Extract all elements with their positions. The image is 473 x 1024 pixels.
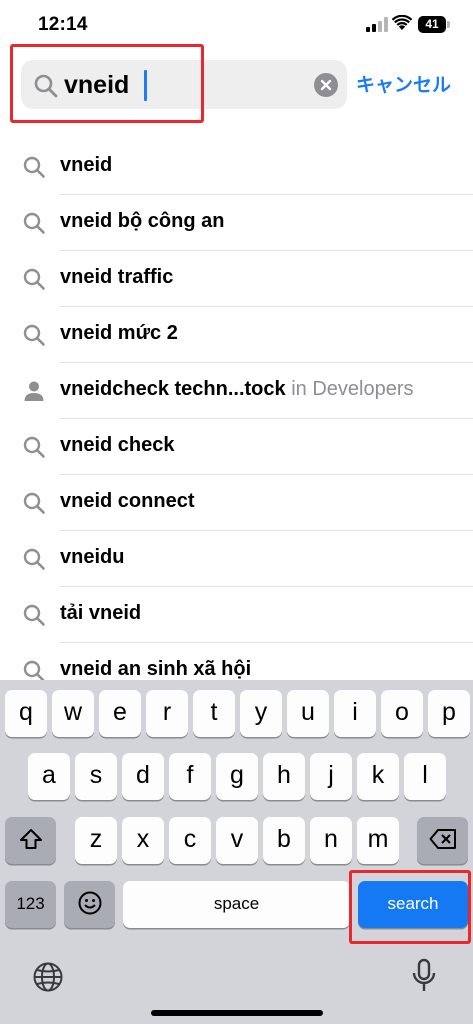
emoji-key[interactable] [64, 881, 115, 928]
suggestion-item[interactable]: vneid bộ công an [0, 195, 473, 251]
suggestion-item[interactable]: vneid an sinh xã hội [0, 643, 473, 680]
suggestion-item[interactable]: vneid connect [0, 475, 473, 531]
key-y[interactable]: y [240, 690, 282, 737]
key-r[interactable]: r [146, 690, 188, 737]
person-icon [24, 381, 44, 401]
search-icon [23, 156, 45, 178]
globe-icon[interactable] [32, 961, 64, 993]
suggestion-item[interactable]: vneid [0, 139, 473, 195]
search-highlight-annotation [10, 44, 204, 123]
suggestion-text: vneidu [60, 546, 124, 569]
key-c[interactable]: c [169, 817, 211, 864]
suggestion-item[interactable]: vneid mức 2 [0, 307, 473, 363]
suggestion-suffix: in Developers [285, 378, 414, 400]
suggestion-label: vneid mức 2 [60, 322, 178, 344]
suggestion-text: vneid check [60, 434, 175, 457]
suggestion-text: vneid bộ công an [60, 210, 224, 233]
search-key-highlight-annotation [349, 870, 471, 944]
key-x[interactable]: x [122, 817, 164, 864]
suggestion-label: vneid bộ công an [60, 210, 225, 232]
clear-x-glyph [320, 79, 332, 91]
suggestion-item[interactable]: vneid traffic [0, 251, 473, 307]
suggestion-label: vneid traffic [60, 266, 174, 288]
search-icon [23, 436, 45, 458]
key-f[interactable]: f [169, 753, 211, 800]
suggestion-item[interactable]: tải vneid [0, 587, 473, 643]
suggestion-text: vneidcheck techn...tock in Developers [60, 378, 413, 401]
suggestion-label: vneidu [60, 546, 125, 568]
battery-cap [447, 21, 450, 28]
key-u[interactable]: u [287, 690, 329, 737]
search-icon [23, 268, 45, 290]
battery-level: 41 [418, 16, 446, 33]
shift-key[interactable] [5, 817, 56, 864]
suggestion-list: vneid vneid bộ công an vneid traffic vneid … [0, 139, 473, 680]
suggestion-label: vneid [60, 154, 113, 176]
key-v[interactable]: v [216, 817, 258, 864]
key-t[interactable]: t [193, 690, 235, 737]
suggestion-item[interactable]: vneidcheck techn...tock in Developers [0, 363, 473, 419]
key-l[interactable]: l [404, 753, 446, 800]
suggestion-label: vneid an sinh xã hội [60, 658, 252, 680]
search-icon [23, 604, 45, 626]
wifi-icon [392, 15, 412, 30]
status-bar: 12:14 41 [0, 0, 473, 50]
key-w[interactable]: w [52, 690, 94, 737]
key-n[interactable]: n [310, 817, 352, 864]
suggestion-label: vneid check [60, 434, 175, 456]
suggestion-item[interactable]: vneidu [0, 531, 473, 587]
suggestion-item[interactable]: vneid check [0, 419, 473, 475]
key-h[interactable]: h [263, 753, 305, 800]
key-s[interactable]: s [75, 753, 117, 800]
key-d[interactable]: d [122, 753, 164, 800]
suggestion-text: vneid connect [60, 490, 194, 513]
cancel-button[interactable]: キャンセル [356, 70, 451, 97]
key-m[interactable]: m [357, 817, 399, 864]
suggestion-text: vneid mức 2 [60, 322, 178, 345]
key-p[interactable]: p [428, 690, 470, 737]
search-icon [23, 212, 45, 234]
key-o[interactable]: o [381, 690, 423, 737]
key-i[interactable]: i [334, 690, 376, 737]
clear-icon[interactable] [314, 73, 338, 97]
keyboard: q w e r t y u i o p a s d f g h j k l z x c v b n m 123 space search [0, 680, 473, 1024]
shift-icon [19, 828, 42, 849]
suggestion-text: vneid an sinh xã hội [60, 658, 251, 680]
microphone-icon[interactable] [411, 958, 437, 994]
delete-icon [429, 828, 456, 849]
numbers-key[interactable]: 123 [5, 881, 56, 928]
home-indicator [151, 1010, 323, 1016]
key-q[interactable]: q [5, 690, 47, 737]
suggestion-text: tải vneid [60, 602, 141, 625]
signal-icon [366, 17, 388, 32]
key-b[interactable]: b [263, 817, 305, 864]
status-time: 12:14 [38, 14, 88, 35]
search-icon [23, 548, 45, 570]
suggestion-label: vneidcheck techn...tock [60, 378, 286, 400]
key-k[interactable]: k [357, 753, 399, 800]
key-e[interactable]: e [99, 690, 141, 737]
suggestion-text: vneid [60, 154, 112, 177]
emoji-icon [78, 891, 101, 915]
battery-icon: 41 [418, 16, 450, 33]
key-j[interactable]: j [310, 753, 352, 800]
key-z[interactable]: z [75, 817, 117, 864]
space-key[interactable]: space [123, 881, 350, 928]
suggestion-label: tải vneid [60, 602, 142, 624]
search-icon [23, 324, 45, 346]
search-icon [23, 660, 45, 680]
key-g[interactable]: g [216, 753, 258, 800]
suggestion-text: vneid traffic [60, 266, 173, 289]
key-a[interactable]: a [28, 753, 70, 800]
suggestion-label: vneid connect [60, 490, 195, 512]
delete-key[interactable] [417, 817, 468, 864]
search-icon [23, 492, 45, 514]
